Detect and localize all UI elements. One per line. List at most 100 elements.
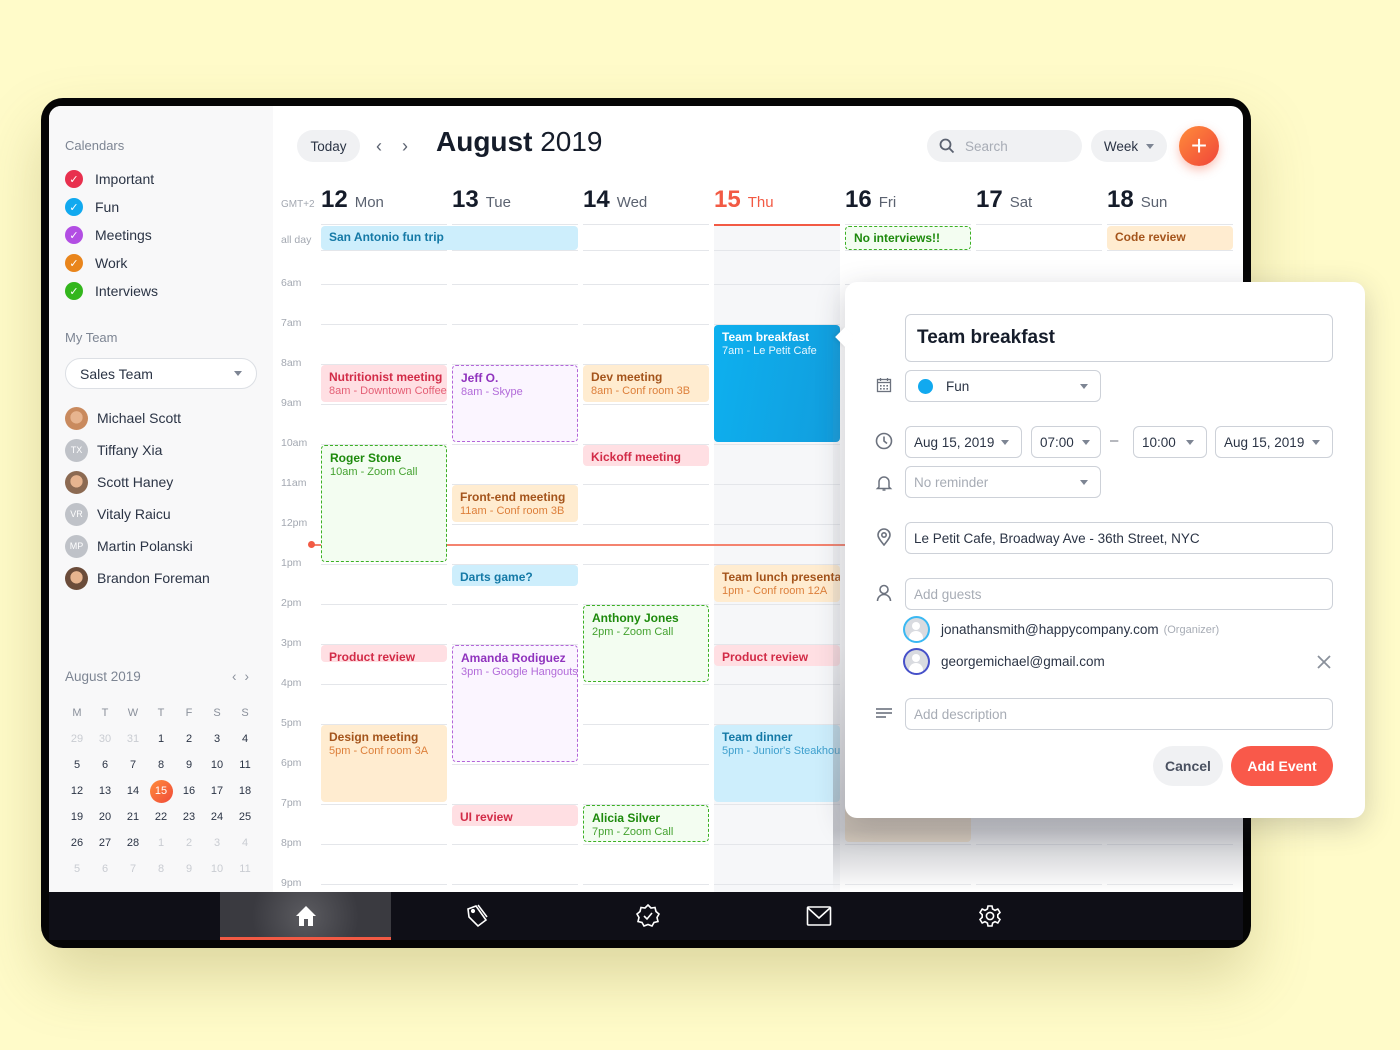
mini-calendar-day[interactable]: 7 [119, 856, 147, 882]
search-input[interactable]: Search [927, 130, 1082, 162]
checkbox-checked-icon[interactable]: ✓ [65, 254, 83, 272]
day-header[interactable]: 17 Sat [976, 186, 1032, 214]
calendar-event[interactable]: Anthony Jones 2pm - Zoom Call [583, 605, 709, 682]
calendar-toggle-fun[interactable]: ✓ Fun [65, 196, 119, 218]
mini-calendar-day[interactable]: 18 [231, 778, 259, 804]
mini-calendar-day[interactable]: 23 [175, 804, 203, 830]
end-time-select[interactable]: 10:00 [1133, 426, 1207, 458]
day-header[interactable]: 12 Mon [321, 186, 384, 214]
mini-calendar-day[interactable]: 7 [119, 752, 147, 778]
checkbox-checked-icon[interactable]: ✓ [65, 282, 83, 300]
mini-calendar-day[interactable]: 26 [63, 830, 91, 856]
mini-calendar-day[interactable]: 22 [147, 804, 175, 830]
team-member[interactable]: Brandon Foreman [65, 566, 210, 590]
mini-next-month-icon[interactable]: › [245, 669, 258, 684]
team-member[interactable]: MP Martin Polanski [65, 534, 193, 558]
allday-event[interactable]: No interviews!! [845, 226, 971, 250]
tab-tags[interactable] [391, 892, 562, 940]
mini-calendar-day[interactable]: 5 [63, 752, 91, 778]
mini-calendar-day[interactable]: 31 [119, 726, 147, 752]
mini-calendar-day[interactable]: 12 [63, 778, 91, 804]
add-event-button[interactable]: + [1179, 126, 1219, 166]
calendar-event[interactable]: Kickoff meeting [583, 445, 709, 466]
mini-calendar-day[interactable]: 6 [91, 856, 119, 882]
calendar-event[interactable]: Nutritionist meeting 8am - Downtown Coffe… [321, 365, 447, 402]
calendar-event[interactable]: Roger Stone 10am - Zoom Call [321, 445, 447, 562]
mini-calendar-day[interactable]: 11 [231, 752, 259, 778]
team-select[interactable]: Sales Team [65, 358, 257, 389]
day-header[interactable]: 18 Sun [1107, 186, 1167, 214]
mini-calendar-day[interactable]: 2 [175, 726, 203, 752]
checkbox-checked-icon[interactable]: ✓ [65, 198, 83, 216]
mini-calendar-day[interactable]: 13 [91, 778, 119, 804]
mini-calendar-day[interactable]: 16 [175, 778, 203, 804]
mini-calendar-day[interactable]: 15 [147, 778, 175, 804]
mini-calendar-day[interactable]: 11 [231, 856, 259, 882]
mini-calendar-day[interactable]: 6 [91, 752, 119, 778]
add-guests-input[interactable]: Add guests [905, 578, 1333, 610]
mini-calendar-day[interactable]: 9 [175, 752, 203, 778]
remove-guest-button[interactable] [1317, 655, 1331, 669]
tab-settings[interactable] [904, 892, 1075, 940]
mini-calendar-day[interactable]: 27 [91, 830, 119, 856]
team-member[interactable]: Scott Haney [65, 470, 173, 494]
mini-calendar-day[interactable]: 4 [231, 726, 259, 752]
calendar-toggle-important[interactable]: ✓ Important [65, 168, 154, 190]
tab-mail[interactable] [733, 892, 904, 940]
end-date-select[interactable]: Aug 15, 2019 [1215, 426, 1333, 458]
team-member[interactable]: VR Vitaly Raicu [65, 502, 171, 526]
checkbox-checked-icon[interactable]: ✓ [65, 226, 83, 244]
mini-prev-month-icon[interactable]: ‹ [232, 669, 245, 684]
view-select[interactable]: Week [1091, 130, 1167, 162]
tab-home[interactable] [220, 892, 391, 940]
mini-calendar-day[interactable]: 14 [119, 778, 147, 804]
mini-calendar-day[interactable]: 30 [91, 726, 119, 752]
calendar-select[interactable]: Fun [905, 370, 1101, 402]
mini-calendar-day[interactable]: 5 [63, 856, 91, 882]
allday-event[interactable]: San Antonio fun trip [321, 226, 578, 250]
mini-calendar-day[interactable]: 19 [63, 804, 91, 830]
add-event-submit-button[interactable]: Add Event [1231, 746, 1333, 786]
mini-calendar-day[interactable]: 8 [147, 856, 175, 882]
day-header[interactable]: 13 Tue [452, 186, 511, 214]
mini-calendar-day[interactable]: 25 [231, 804, 259, 830]
tab-tasks[interactable] [562, 892, 733, 940]
calendar-event[interactable]: Team dinner 5pm - Junior's Steakhouse [714, 725, 840, 802]
cancel-button[interactable]: Cancel [1153, 746, 1223, 786]
team-member[interactable]: Michael Scott [65, 406, 181, 430]
day-header[interactable]: 14 Wed [583, 186, 647, 214]
calendar-event[interactable]: Product review [714, 645, 840, 666]
allday-event[interactable]: Code review [1107, 226, 1233, 250]
start-time-select[interactable]: 07:00 [1031, 426, 1101, 458]
mini-calendar-day[interactable]: 10 [203, 856, 231, 882]
today-button[interactable]: Today [297, 130, 360, 162]
checkbox-checked-icon[interactable]: ✓ [65, 170, 83, 188]
calendar-event[interactable]: Design meeting 5pm - Conf room 3A [321, 725, 447, 802]
day-header[interactable]: 16 Fri [845, 186, 896, 214]
calendar-event[interactable]: Front-end meeting 11am - Conf room 3B [452, 485, 578, 522]
mini-calendar-day[interactable]: 28 [119, 830, 147, 856]
description-input[interactable]: Add description [905, 698, 1333, 730]
mini-calendar-day[interactable]: 29 [63, 726, 91, 752]
mini-calendar-day[interactable]: 1 [147, 726, 175, 752]
mini-calendar-day[interactable]: 20 [91, 804, 119, 830]
calendar-event[interactable]: Jeff O. 8am - Skype [452, 365, 578, 442]
calendar-event[interactable]: Darts game? [452, 565, 578, 586]
calendar-toggle-interviews[interactable]: ✓ Interviews [65, 280, 158, 302]
event-title-input[interactable]: Team breakfast [905, 314, 1333, 362]
next-week-icon[interactable]: › [402, 136, 408, 157]
mini-calendar-day[interactable]: 21 [119, 804, 147, 830]
calendar-event[interactable]: Alicia Silver 7pm - Zoom Call [583, 805, 709, 842]
calendar-event[interactable]: UI review [452, 805, 578, 826]
mini-calendar-day[interactable]: 9 [175, 856, 203, 882]
reminder-select[interactable]: No reminder [905, 466, 1101, 498]
mini-calendar-day[interactable]: 24 [203, 804, 231, 830]
calendar-toggle-work[interactable]: ✓ Work [65, 252, 127, 274]
prev-week-icon[interactable]: ‹ [376, 136, 382, 157]
mini-calendar-day[interactable]: 4 [231, 830, 259, 856]
mini-calendar-day[interactable]: 8 [147, 752, 175, 778]
calendar-event[interactable]: Dev meeting 8am - Conf room 3B [583, 365, 709, 402]
start-date-select[interactable]: Aug 15, 2019 [905, 426, 1022, 458]
mini-calendar-day[interactable]: 17 [203, 778, 231, 804]
calendar-toggle-meetings[interactable]: ✓ Meetings [65, 224, 152, 246]
